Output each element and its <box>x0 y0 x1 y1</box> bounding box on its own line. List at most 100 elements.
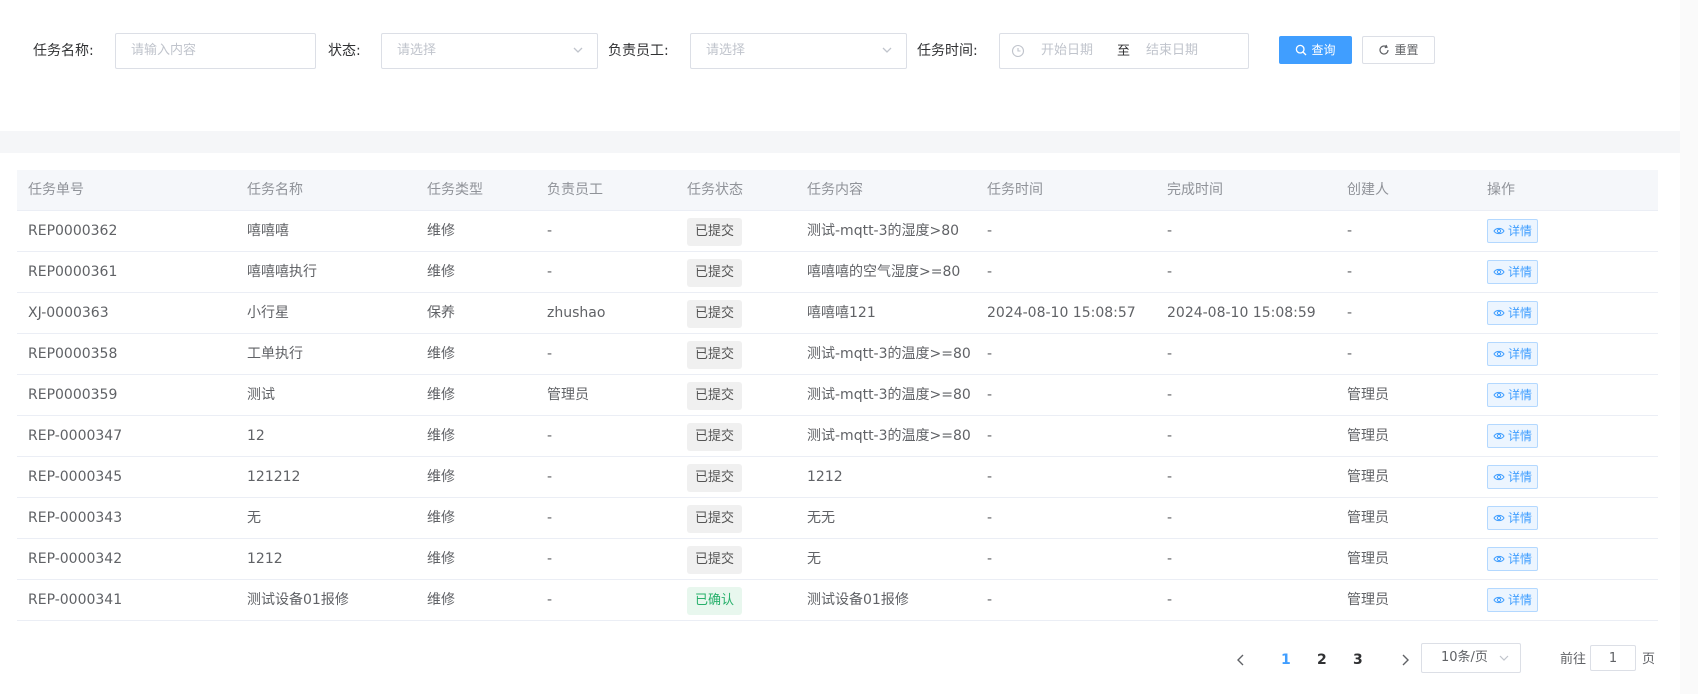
content-cell: 1212 <box>807 469 843 485</box>
task-time-cell: - <box>987 346 993 362</box>
finish-time-cell: - <box>1167 428 1173 444</box>
task-type-cell: 维修 <box>427 510 455 526</box>
content-cell: 无 <box>807 551 821 567</box>
detail-button[interactable]: 详情 <box>1487 506 1539 530</box>
page-2[interactable]: 2 <box>1317 650 1327 670</box>
page-1[interactable]: 1 <box>1281 650 1291 670</box>
task-id-cell: REP0000362 <box>28 223 118 239</box>
status-badge: 已提交 <box>687 546 743 574</box>
query-button-label: 查询 <box>1311 43 1336 57</box>
table-row: REP0000359 测试 维修 管理员 已提交 测试-mqtt-3的温度>=80- - 管理… <box>17 375 1658 416</box>
table-row: REP0000358 工单执行 维修 - 已提交 测试-mqtt-3的温度>=80- - - 详… <box>17 334 1658 375</box>
status-badge: 已确认 <box>687 587 743 615</box>
task-time-cell: - <box>987 264 993 280</box>
detail-button[interactable]: 详情 <box>1487 547 1539 571</box>
task-name-cell: 121212 <box>247 469 301 485</box>
status-cell: 已提交 <box>687 416 743 456</box>
creator-cell: - <box>1347 305 1353 321</box>
table-row: XJ-0000363 小行星 保养 zhushao 已提交 嘻嘻嘻121 2024-08-1… <box>17 293 1658 334</box>
finish-time-cell: - <box>1167 510 1173 526</box>
content-cell: 测试-mqtt-3的温度>=80 <box>807 346 971 362</box>
task-id-cell: REP0000361 <box>28 264 118 280</box>
task-name-cell: 1212 <box>247 551 283 567</box>
detail-button-label: 详情 <box>1508 470 1533 484</box>
section-divider <box>0 131 1680 153</box>
page-3[interactable]: 3 <box>1353 650 1363 670</box>
detail-button[interactable]: 详情 <box>1487 424 1539 448</box>
status-badge: 已提交 <box>687 423 743 451</box>
eye-icon <box>1493 268 1505 276</box>
employee-cell: - <box>547 592 553 608</box>
content-cell: 测试-mqtt-3的湿度>80 <box>807 223 960 239</box>
eye-icon <box>1493 514 1505 522</box>
task-type-cell: 维修 <box>427 223 455 239</box>
task-time-label: 任务时间: <box>917 43 978 59</box>
employee-cell: - <box>547 551 553 567</box>
task-name-cell: 测试 <box>247 387 275 403</box>
status-cell: 已提交 <box>687 498 743 538</box>
task-id-cell: XJ-0000363 <box>28 305 109 321</box>
finish-time-cell: - <box>1167 346 1173 362</box>
detail-button[interactable]: 详情 <box>1487 588 1539 612</box>
detail-button[interactable]: 详情 <box>1487 342 1539 366</box>
task-name-cell: 嘻嘻嘻执行 <box>247 264 317 280</box>
employee-label: 负责员工: <box>608 43 669 59</box>
task-type-cell: 维修 <box>427 469 455 485</box>
task-name-cell: 小行星 <box>247 305 289 321</box>
detail-button[interactable]: 详情 <box>1487 383 1539 407</box>
status-select[interactable]: 请选择 <box>381 33 598 69</box>
task-name-cell: 12 <box>247 428 265 444</box>
task-type-cell: 维修 <box>427 551 455 567</box>
task-time-cell: - <box>987 469 993 485</box>
task-name-cell: 嘻嘻嘻 <box>247 223 289 239</box>
goto-page-input[interactable] <box>1590 645 1636 671</box>
detail-button-label: 详情 <box>1508 593 1533 607</box>
eye-icon <box>1493 227 1505 235</box>
action-cell: 详情 <box>1487 334 1539 374</box>
column-header: 任务单号 <box>28 182 84 198</box>
content-cell: 测试-mqtt-3的温度>=80 <box>807 387 971 403</box>
query-button[interactable]: 查询 <box>1279 36 1352 64</box>
finish-time-cell: - <box>1167 592 1173 608</box>
task-name-input[interactable]: 请输入内容 <box>115 33 316 69</box>
date-separator: 至 <box>1117 44 1131 59</box>
employee-select[interactable]: 请选择 <box>690 33 907 69</box>
page-size-value: 10条/页 <box>1441 650 1488 665</box>
task-time-cell: - <box>987 223 993 239</box>
scrollbar-track[interactable] <box>1680 0 1698 694</box>
page-size-select[interactable]: 10条/页 <box>1421 643 1521 673</box>
employee-cell: - <box>547 346 553 362</box>
chevron-left-icon[interactable] <box>1233 652 1249 668</box>
table-body: REP0000362 嘻嘻嘻 维修 - 已提交 测试-mqtt-3的湿度>80- - - 详情 R… <box>17 211 1658 621</box>
task-id-cell: REP-0000345 <box>28 469 123 485</box>
action-cell: 详情 <box>1487 580 1539 620</box>
start-date-placeholder: 开始日期 <box>1041 43 1094 58</box>
detail-button[interactable]: 详情 <box>1487 260 1539 284</box>
status-cell: 已提交 <box>687 211 743 251</box>
creator-cell: 管理员 <box>1347 510 1389 526</box>
task-time-cell: - <box>987 510 993 526</box>
employee-cell: - <box>547 264 553 280</box>
task-type-cell: 维修 <box>427 346 455 362</box>
chevron-right-icon[interactable] <box>1397 652 1413 668</box>
employee-cell: - <box>547 428 553 444</box>
reset-button[interactable]: 重置 <box>1362 36 1435 64</box>
action-cell: 详情 <box>1487 293 1539 333</box>
action-cell: 详情 <box>1487 457 1539 497</box>
content-cell: 嘻嘻嘻的空气湿度>=80 <box>807 264 961 280</box>
reset-button-label: 重置 <box>1394 43 1419 57</box>
detail-button[interactable]: 详情 <box>1487 301 1539 325</box>
action-cell: 详情 <box>1487 539 1539 579</box>
detail-button[interactable]: 详情 <box>1487 219 1539 243</box>
task-name-label: 任务名称: <box>33 43 94 59</box>
detail-button-label: 详情 <box>1508 224 1533 238</box>
chevron-down-icon <box>1499 655 1509 661</box>
detail-button-label: 详情 <box>1508 306 1533 320</box>
date-range-picker[interactable]: 开始日期 至 结束日期 <box>999 33 1249 69</box>
detail-button-label: 详情 <box>1508 347 1533 361</box>
creator-cell: 管理员 <box>1347 428 1389 444</box>
search-icon <box>1296 44 1307 56</box>
detail-button[interactable]: 详情 <box>1487 465 1539 489</box>
action-cell: 详情 <box>1487 416 1539 456</box>
status-badge: 已提交 <box>687 382 743 410</box>
